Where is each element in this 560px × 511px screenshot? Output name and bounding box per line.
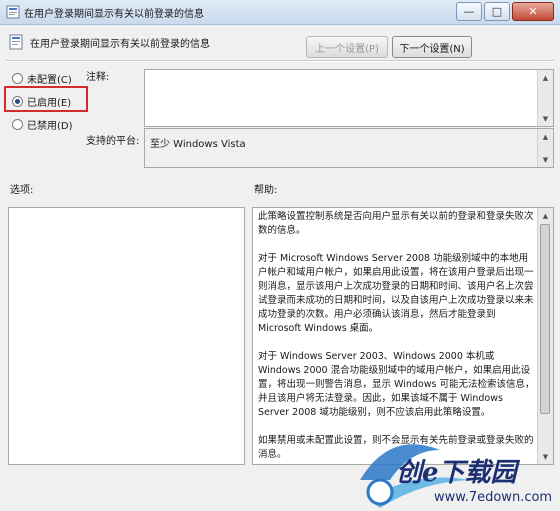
close-button[interactable]: ✕: [512, 2, 554, 21]
close-icon: ✕: [528, 5, 538, 18]
comment-label: 注释:: [86, 72, 110, 83]
policy-icon: [6, 5, 20, 19]
comment-textarea[interactable]: ▲ ▼: [144, 69, 554, 127]
radio-label: 未配置(C): [27, 75, 72, 86]
supported-value: 至少 Windows Vista: [150, 139, 246, 150]
minimize-icon: —: [463, 5, 475, 18]
radio-circle[interactable]: [12, 119, 23, 130]
watermark-brand: 创e下载园: [396, 458, 517, 488]
help-paragraph: 此策略设置控制系统是否向用户显示有关以前的登录和登录失败次数的信息。: [258, 211, 534, 236]
scroll-down-icon[interactable]: ▼: [538, 111, 553, 126]
next-setting-button[interactable]: 下一个设置(N): [392, 36, 472, 58]
supported-scrollbar[interactable]: ▲ ▼: [537, 129, 553, 167]
divider: [6, 60, 554, 62]
window-title: 在用户登录期间显示有关以前登录的信息: [24, 9, 204, 20]
setting-icon: [9, 34, 23, 50]
supported-label: 支持的平台:: [86, 136, 140, 147]
scroll-up-icon[interactable]: ▲: [538, 208, 553, 223]
comment-scrollbar[interactable]: ▲ ▼: [537, 70, 553, 126]
radio-disabled[interactable]: 已禁用(D): [12, 117, 73, 132]
options-panel: [8, 207, 245, 465]
previous-setting-button[interactable]: 上一个设置(P): [306, 36, 388, 58]
radio-label: 已禁用(D): [27, 121, 73, 132]
setting-name: 在用户登录期间显示有关以前登录的信息: [30, 39, 210, 50]
minimize-button[interactable]: —: [456, 2, 482, 21]
window-controls: — □ ✕: [454, 2, 554, 21]
scroll-up-icon[interactable]: ▲: [538, 129, 553, 144]
scroll-thumb[interactable]: [540, 224, 550, 414]
supported-platforms-box: 至少 Windows Vista ▲ ▼: [144, 128, 554, 168]
radio-not-configured[interactable]: 未配置(C): [12, 71, 72, 86]
maximize-button[interactable]: □: [484, 2, 510, 21]
help-paragraph: 对于 Windows Server 2003、Windows 2000 本机或 …: [258, 351, 535, 418]
annotation-highlight: [4, 86, 88, 112]
help-paragraph: 对于 Microsoft Windows Server 2008 功能级别域中的…: [258, 253, 534, 334]
radio-circle[interactable]: [12, 73, 23, 84]
scroll-down-icon[interactable]: ▼: [538, 152, 553, 167]
policy-dialog: 在用户登录期间显示有关以前登录的信息 — □ ✕ 在用户登录期间显示有关以前登录…: [0, 0, 560, 511]
scroll-up-icon[interactable]: ▲: [538, 70, 553, 85]
title-bar: 在用户登录期间显示有关以前登录的信息 — □ ✕: [0, 0, 560, 25]
options-label: 选项:: [10, 185, 34, 196]
maximize-icon: □: [491, 5, 503, 18]
watermark-url: www.7edown.com: [434, 490, 553, 505]
help-label: 帮助:: [254, 185, 278, 196]
